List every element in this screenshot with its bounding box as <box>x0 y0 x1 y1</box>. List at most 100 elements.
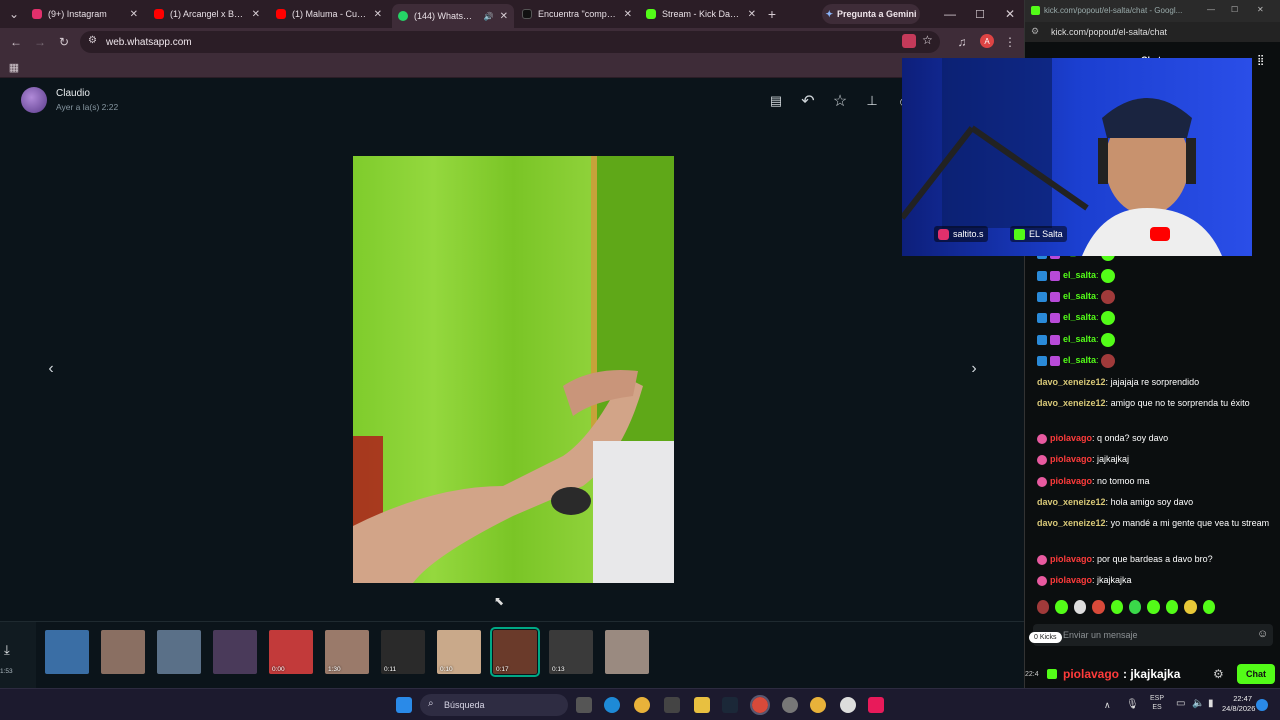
users-icon[interactable]: ⣿ <box>1257 55 1264 66</box>
close-icon[interactable]: ✕ <box>130 9 138 20</box>
menu-icon[interactable]: ⋮ <box>1002 34 1018 50</box>
steam-icon[interactable] <box>722 697 738 713</box>
tab-tiktok[interactable]: Encuentra "compe de ✕ <box>516 4 638 24</box>
chat-username[interactable]: piolavago <box>1050 575 1092 585</box>
media-thumbnail[interactable]: 0:00 <box>269 630 313 674</box>
emote-icon[interactable] <box>1202 600 1216 614</box>
media-thumbnail[interactable]: 0:10 <box>437 630 481 674</box>
chat-username[interactable]: el_salta <box>1063 270 1096 280</box>
site-info-icon[interactable]: ⚙ <box>88 35 97 46</box>
media-thumbnail[interactable] <box>101 630 145 674</box>
tiktok-icon[interactable] <box>868 697 884 713</box>
close-icon[interactable]: ✕ <box>748 9 756 20</box>
maximize-icon[interactable]: ☐ <box>972 6 988 22</box>
battery-icon[interactable]: ▮ <box>1208 698 1214 709</box>
chat-username[interactable]: davo_xeneize12 <box>1037 377 1106 387</box>
forward-icon[interactable]: → <box>32 34 48 50</box>
chat-icon[interactable]: ▤ <box>765 90 787 112</box>
settings-icon[interactable]: ⚙ <box>1213 667 1224 681</box>
emote-icon[interactable] <box>1129 600 1142 614</box>
chat-username[interactable]: piolavago <box>1050 554 1092 564</box>
next-media-button[interactable]: › <box>963 358 985 380</box>
reload-icon[interactable]: ↻ <box>56 34 72 50</box>
kicks-badge[interactable]: 0 Kicks <box>1029 632 1062 643</box>
chat-username[interactable]: davo_xeneize12 <box>1037 398 1106 408</box>
chat-username[interactable]: piolavago <box>1050 476 1092 486</box>
previous-media-button[interactable]: ‹ <box>40 358 62 380</box>
chrome-alt-icon[interactable] <box>810 697 826 713</box>
obs-icon[interactable] <box>782 697 798 713</box>
download-icon[interactable]: ⤓ <box>4 642 10 658</box>
chat-username[interactable]: davo_xeneize12 <box>1037 497 1106 507</box>
chat-username[interactable]: piolavago <box>1050 454 1092 464</box>
media-thumbnail[interactable] <box>157 630 201 674</box>
chat-username[interactable]: el_salta <box>1063 312 1096 322</box>
store-icon[interactable] <box>664 697 680 713</box>
media-thumbnail[interactable] <box>45 630 89 674</box>
tab-whatsapp[interactable]: (144) WhatsApp 🔊 ✕ <box>392 4 514 28</box>
tab-youtube-1[interactable]: (1) Arcangel x Bad Bunny ✕ <box>148 4 266 24</box>
extension-icon[interactable] <box>902 34 916 48</box>
media-thumbnail[interactable]: 0:13 <box>549 630 593 674</box>
tab-instagram[interactable]: (9+) Instagram ✕ <box>26 4 144 24</box>
bookmark-star-icon[interactable]: ☆ <box>922 33 933 47</box>
start-icon[interactable] <box>396 697 412 713</box>
media-control-icon[interactable]: ♫ <box>954 34 970 50</box>
pin-icon[interactable]: ⊥ <box>861 90 883 112</box>
media-thumbnail[interactable] <box>605 630 649 674</box>
chat-username[interactable]: piolavago <box>1050 433 1092 443</box>
close-icon[interactable]: ✕ <box>624 9 632 20</box>
clock[interactable]: 22:47 24/8/2026 <box>1222 694 1255 714</box>
mic-icon[interactable]: 🎙 <box>1126 699 1139 710</box>
app-icon[interactable] <box>840 697 856 713</box>
star-icon[interactable]: ☆ <box>829 90 851 112</box>
media-video[interactable] <box>353 156 674 583</box>
minimize-icon[interactable]: — <box>942 6 958 22</box>
chat-username[interactable]: davo_xeneize12 <box>1037 518 1106 528</box>
chat-username[interactable]: el_salta <box>1063 355 1096 365</box>
network-icon[interactable]: ▭ <box>1176 698 1185 709</box>
tray-chevron-icon[interactable]: ∧ <box>1104 700 1111 711</box>
edge-icon[interactable] <box>604 697 620 713</box>
task-view-icon[interactable] <box>576 697 592 713</box>
emoji-icon[interactable]: ☺ <box>1257 628 1268 640</box>
volume-icon[interactable]: 🔈 <box>1192 698 1204 709</box>
taskbar-search[interactable]: ⌕ Búsqueda <box>420 694 568 716</box>
tab-kick-dashboard[interactable]: Stream - Kick Dashb ✕ <box>640 4 762 24</box>
chrome-icon[interactable] <box>634 697 650 713</box>
media-thumbnail-selected[interactable]: 0:17 <box>490 627 540 677</box>
chat-username[interactable]: el_salta <box>1063 291 1096 301</box>
close-window-icon[interactable]: ✕ <box>1257 5 1264 14</box>
close-icon[interactable]: ✕ <box>500 11 508 22</box>
emote-icon[interactable] <box>1055 600 1068 614</box>
speaker-icon[interactable]: 🔊 <box>484 12 494 21</box>
pinned-username[interactable]: piolavago <box>1063 667 1119 681</box>
minimize-icon[interactable]: — <box>1207 5 1215 14</box>
emote-icon[interactable] <box>1092 600 1105 614</box>
language-indicator[interactable]: ESP ES <box>1150 694 1164 712</box>
emote-icon[interactable] <box>1184 600 1197 614</box>
reply-icon[interactable]: ↶ <box>797 90 819 112</box>
emote-icon[interactable] <box>1037 600 1050 614</box>
media-thumbnail[interactable]: 1:30 <box>325 630 369 674</box>
close-icon[interactable]: ✕ <box>374 9 382 20</box>
folder-icon[interactable] <box>694 697 710 713</box>
notification-icon[interactable] <box>1256 699 1268 711</box>
back-icon[interactable]: ← <box>8 34 24 50</box>
kick-address-bar[interactable]: ⚙ kick.com/popout/el-salta/chat <box>1025 22 1280 42</box>
send-chat-button[interactable]: Chat <box>1237 664 1275 684</box>
chat-username[interactable]: el_salta <box>1063 334 1096 344</box>
close-icon[interactable]: ✕ <box>252 9 260 20</box>
sender-avatar[interactable] <box>21 87 47 113</box>
chat-input[interactable]: Enviar un mensaje ☺ <box>1033 624 1273 646</box>
emote-icon[interactable] <box>1110 600 1124 614</box>
close-window-icon[interactable]: ✕ <box>1002 6 1018 22</box>
tab-search-icon[interactable]: ⌄ <box>6 6 22 22</box>
media-thumbnail[interactable] <box>213 630 257 674</box>
chrome-active-icon[interactable] <box>750 695 770 715</box>
new-tab-icon[interactable]: + <box>764 6 780 22</box>
tab-youtube-2[interactable]: (1) Maluma - Cuatro ✕ <box>270 4 388 24</box>
media-thumbnail[interactable]: 0:11 <box>381 630 425 674</box>
gemini-button[interactable]: ✦ Pregunta a Gemini <box>822 4 920 24</box>
profile-avatar[interactable]: A <box>980 34 994 48</box>
